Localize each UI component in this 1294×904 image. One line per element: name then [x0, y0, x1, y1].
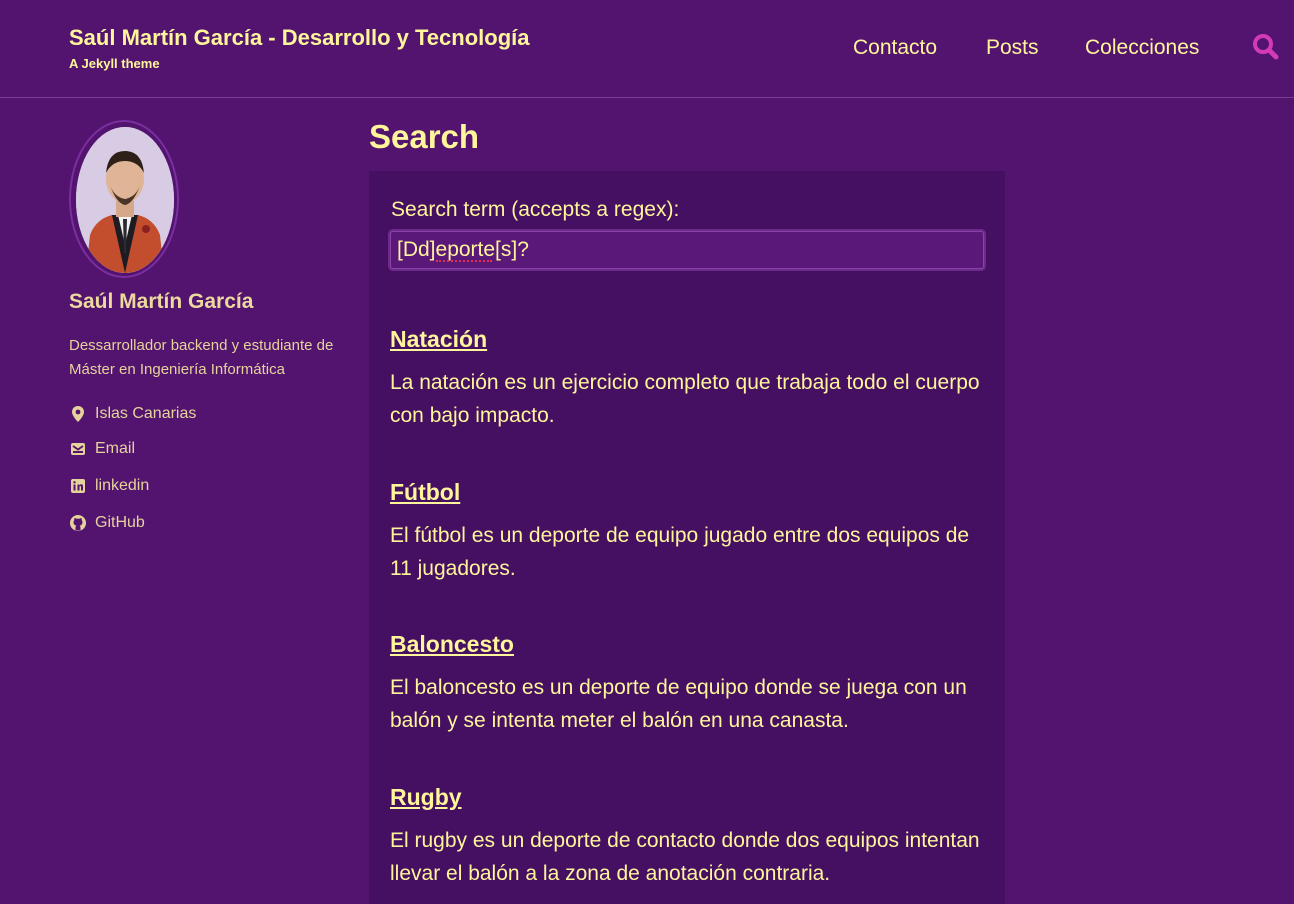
location-icon	[72, 406, 84, 422]
envelope-icon	[71, 443, 85, 455]
result-excerpt-rugby: El rugby es un deporte de contacto donde…	[390, 829, 980, 885]
result-title-rugby[interactable]: Rugby	[390, 784, 462, 811]
result-title-natacion[interactable]: Natación	[390, 326, 487, 353]
spellcheck-underline	[436, 259, 492, 262]
author-bio: Dessarrollador backend y estudiante de M…	[69, 337, 334, 378]
search-label: Search term (accepts a regex):	[391, 198, 680, 221]
result-excerpt-baloncesto: El baloncesto es un deporte de equipo do…	[390, 676, 967, 732]
github-icon	[70, 515, 86, 531]
avatar-photo	[76, 127, 174, 273]
location-link: Islas Canarias	[69, 403, 196, 425]
author-name: Saúl Martín García	[69, 290, 254, 313]
email-link[interactable]: Email	[69, 438, 135, 460]
result-title-futbol[interactable]: Fútbol	[390, 479, 460, 506]
email-label: Email	[95, 440, 136, 457]
avatar	[69, 120, 179, 278]
search-input[interactable]	[390, 231, 984, 269]
search-panel: Search term (accepts a regex): Natación …	[369, 171, 1005, 904]
nav-posts[interactable]: Posts	[986, 36, 1039, 60]
linkedin-icon	[71, 479, 85, 493]
linkedin-link[interactable]: linkedin	[69, 475, 149, 497]
search-icon[interactable]	[1251, 32, 1281, 62]
page-title: Search	[369, 118, 480, 155]
result-excerpt-natacion: La natación es un ejercicio completo que…	[390, 371, 980, 427]
github-label: GitHub	[95, 514, 145, 531]
nav-contacto[interactable]: Contacto	[853, 36, 937, 60]
github-link[interactable]: GitHub	[69, 512, 145, 534]
site-title-link[interactable]: Saúl Martín García - Desarrollo y Tecnol…	[69, 25, 530, 51]
linkedin-label: linkedin	[95, 477, 150, 494]
masthead: Saúl Martín García - Desarrollo y Tecnol…	[0, 0, 1294, 98]
result-title-baloncesto[interactable]: Baloncesto	[390, 631, 514, 658]
site-subtitle: A Jekyll theme	[69, 56, 160, 71]
location-label: Islas Canarias	[95, 405, 197, 422]
nav-colecciones[interactable]: Colecciones	[1085, 36, 1199, 60]
result-excerpt-futbol: El fútbol es un deporte de equipo jugado…	[390, 524, 970, 580]
